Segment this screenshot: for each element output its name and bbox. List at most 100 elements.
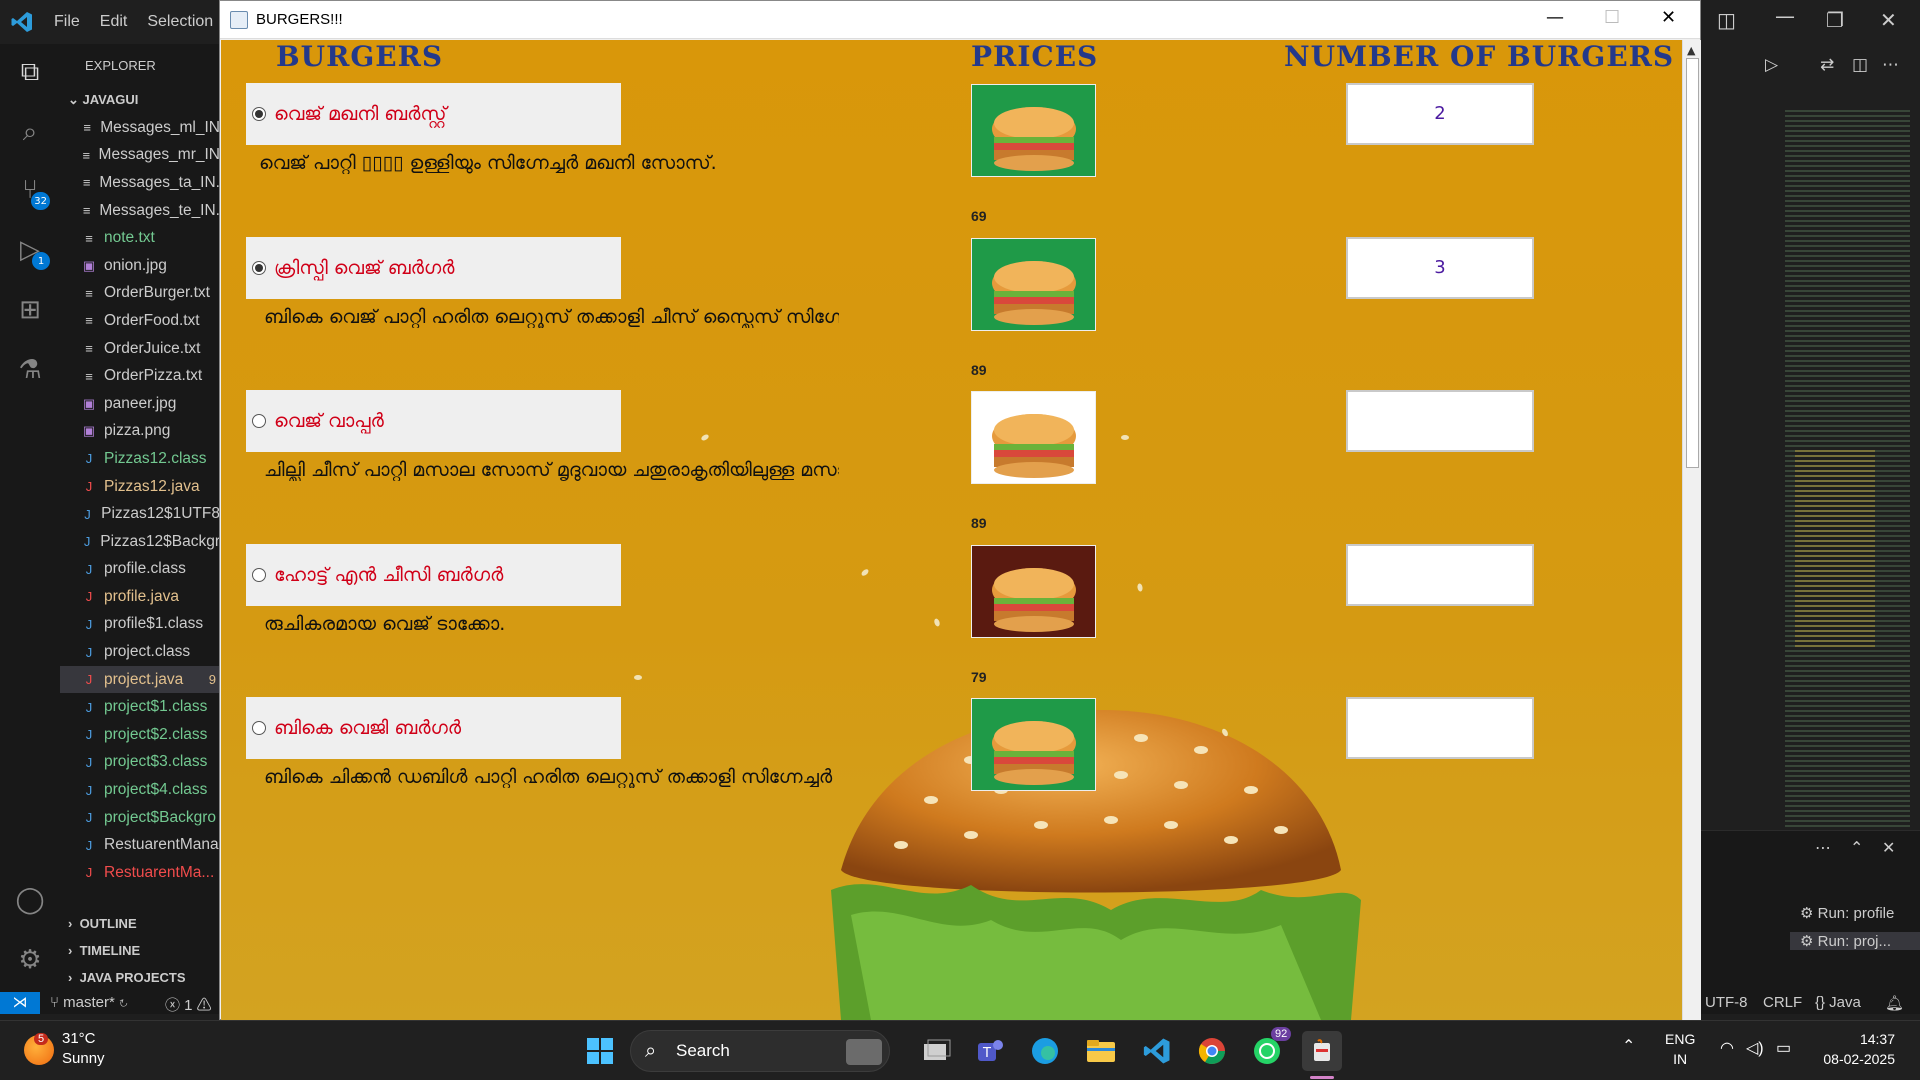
source-control-icon[interactable]: ⑂ 32 [14,174,50,210]
file-item[interactable]: ≡ OrderFood.txt [60,307,220,335]
file-item[interactable]: Jprofile.java [60,583,220,611]
file-item[interactable]: Jproject.class [60,638,220,666]
window-close-icon[interactable]: ✕ [1661,7,1676,28]
file-item[interactable]: ▣ pizza.png [60,418,220,446]
file-item[interactable]: ≡ OrderBurger.txt [60,280,220,308]
file-item[interactable]: J Pizzas12.java [60,473,220,501]
quantity-field[interactable] [1346,390,1534,452]
run-icon[interactable]: ▷ [1765,55,1778,75]
file-item[interactable]: J RestuarentMana [60,831,220,859]
section-outline[interactable]: › OUTLINE [60,916,137,931]
battery-icon[interactable]: ▭ [1776,1039,1791,1059]
weather-sun-icon[interactable]: 5 [24,1033,54,1065]
split-editor-icon[interactable]: ◫ [1852,55,1868,75]
file-item[interactable]: Jproject$1.class [60,693,220,721]
window-scrollbar[interactable]: ▲ [1682,40,1701,1020]
file-item[interactable]: ≡ Messages_ml_IN [60,114,220,142]
file-item[interactable]: Jproject$3.class [60,749,220,777]
close-icon[interactable]: ✕ [1880,8,1897,32]
file-item[interactable]: ≡ OrderJuice.txt [60,335,220,363]
remote-indicator-icon[interactable]: ⋊ [0,992,40,1014]
close-panel-icon[interactable]: ✕ [1882,838,1895,857]
run-terminal-profile[interactable]: ⚙ Run: profile [1800,904,1894,922]
toggle-panel-icon[interactable]: ◫ [1717,8,1736,32]
file-item[interactable]: Jproject.java 9 [60,665,220,694]
quantity-field[interactable] [1346,544,1534,606]
scrollbar-thumb[interactable] [1686,58,1699,468]
radio-button[interactable] [252,107,266,121]
file-item[interactable]: ▣ paneer.jpg [60,390,220,418]
language-indicator[interactable]: ENG IN [1665,1029,1695,1069]
file-item[interactable]: J Pizzas12$Backgr [60,528,220,556]
section-java-projects[interactable]: › JAVA PROJECTS [60,970,186,985]
file-item[interactable]: ≡ OrderPizza.txt [60,362,220,390]
settings-gear-icon[interactable]: ⚙ [14,944,46,976]
file-item[interactable]: Jproject$4.class [60,776,220,804]
scroll-up-arrow-icon[interactable]: ▲ [1687,44,1695,57]
git-branch[interactable]: ⑂ master* ↻ [50,994,128,1011]
search-icon[interactable]: ⌕ [14,116,46,148]
notifications-bell-icon[interactable]: 🔔︎ [1885,994,1904,1012]
file-item[interactable]: Jproject$2.class [60,721,220,749]
folder-javagui[interactable]: ⌄ JAVAGUI [68,92,138,108]
window-minimize-icon[interactable]: — [1546,7,1564,28]
task-view-icon[interactable] [917,1031,957,1071]
quantity-field[interactable]: 2 [1346,83,1534,145]
menu-selection[interactable]: Selection [147,13,213,31]
quantity-field[interactable] [1346,697,1534,759]
volume-icon[interactable]: ◁) [1746,1039,1764,1059]
file-item[interactable]: Jproject$Backgro [60,804,220,832]
chrome-icon[interactable] [1192,1031,1232,1071]
section-timeline[interactable]: › TIMELINE [60,943,140,958]
problems-indicator[interactable]: ⓧ 1 ⚠ [165,994,212,1015]
file-item[interactable]: Jprofile$1.class [60,611,220,639]
burger-option[interactable]: ഹോട്ട് എൻ ചീസി ബർഗർ [246,544,621,606]
explorer-icon[interactable]: ⧉ [14,56,46,88]
weather-widget[interactable]: 31°C Sunny [62,1029,105,1069]
menu-edit[interactable]: Edit [100,13,128,31]
start-button[interactable] [580,1031,620,1071]
run-debug-icon[interactable]: ▷ 1 [14,234,50,270]
file-item[interactable]: ≡ note.txt [60,224,220,252]
more-actions-icon[interactable]: ⋯ [1882,55,1899,75]
file-item[interactable]: ≡ Messages_mr_IN [60,142,220,170]
file-item[interactable]: ≡ Messages_te_IN. [60,197,220,225]
radio-button[interactable] [252,414,266,428]
java-app-taskbar-icon[interactable] [1302,1031,1342,1071]
eol-indicator[interactable]: CRLF [1763,994,1802,1011]
tray-overflow-icon[interactable]: ⌃ [1622,1037,1635,1057]
file-item[interactable]: J Pizzas12.class [60,445,220,473]
teams-icon[interactable]: T [970,1031,1010,1071]
file-item[interactable]: J RestuarentMa... [60,859,220,887]
radio-button[interactable] [252,261,266,275]
burger-option[interactable]: ബികെ വെജി ബർഗർ [246,697,621,759]
quantity-field[interactable]: 3 [1346,237,1534,299]
run-terminal-project[interactable]: ⚙ Run: proj... [1790,932,1920,950]
testing-icon[interactable]: ⚗ [14,354,46,386]
file-explorer-icon[interactable] [1081,1031,1121,1071]
edge-icon[interactable] [1025,1031,1065,1071]
account-icon[interactable]: ◯ [14,884,46,916]
radio-button[interactable] [252,568,266,582]
compare-icon[interactable]: ⇄ [1820,55,1834,75]
file-item[interactable]: Jprofile.class [60,556,220,584]
language-indicator[interactable]: {} Java [1815,994,1861,1011]
file-item[interactable]: ▣ onion.jpg [60,252,220,280]
burger-option[interactable]: വെജ് വാപ്പർ [246,390,621,452]
panel-more-icon[interactable]: ⋯ [1815,838,1831,857]
wifi-icon[interactable]: ◠ [1720,1039,1734,1059]
clock[interactable]: 14:37 08-02-2025 [1815,1029,1895,1069]
whatsapp-icon[interactable]: 92 [1247,1027,1292,1071]
taskbar-search[interactable]: ⌕ Search [630,1030,890,1072]
burger-option[interactable]: വെജ് മഖനി ബർസ്റ്റ് [246,83,621,145]
encoding-indicator[interactable]: UTF-8 [1705,994,1748,1011]
vscode-taskbar-icon[interactable] [1137,1031,1177,1071]
restore-icon[interactable]: ❐ [1826,8,1844,32]
file-item[interactable]: ≡ Messages_ta_IN. [60,169,220,197]
burger-option[interactable]: ക്രിസ്പി വെജ് ബർഗർ [246,237,621,299]
radio-button[interactable] [252,721,266,735]
maximize-panel-icon[interactable]: ⌃ [1850,838,1863,857]
file-item[interactable]: J Pizzas12$1UTF8 [60,500,220,528]
minimize-icon[interactable]: — [1775,4,1795,28]
extensions-icon[interactable]: ⊞ [14,294,46,326]
